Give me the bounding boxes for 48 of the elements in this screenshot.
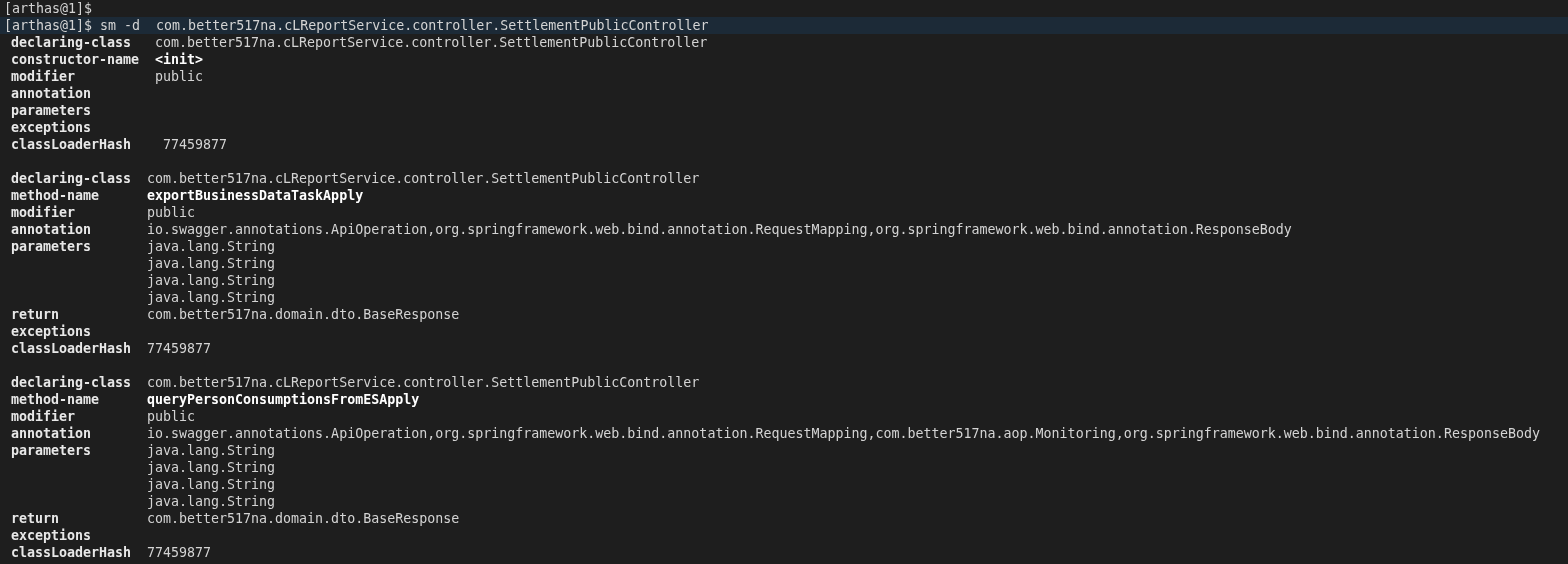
field-key: parameters bbox=[11, 442, 147, 510]
field-key: constructor-name bbox=[11, 51, 155, 68]
field-key: exceptions bbox=[11, 119, 155, 136]
field-key: return bbox=[11, 306, 147, 323]
field-value: public bbox=[147, 408, 196, 425]
field-value: io.swagger.annotations.ApiOperation,org.springframework.web.bind.annotation.RequestMapping,org.springframework.web.bind.annotation.ResponseBody bbox=[147, 221, 1292, 238]
field-value: io.swagger.annotations.ApiOperation,org.springframework.web.bind.annotation.RequestMapping,com.better517na.aop.Monitoring,org.springframework.web.bind.annotation.ResponseBody bbox=[147, 425, 1540, 442]
field-value: java.lang.String bbox=[147, 459, 276, 476]
field-key: classLoaderHash bbox=[11, 340, 147, 357]
field-value: com.better517na.domain.dto.BaseResponse bbox=[147, 306, 460, 323]
field-key: return bbox=[11, 510, 147, 527]
field-value: 77459877 bbox=[147, 340, 212, 357]
field-key: annotation bbox=[11, 425, 147, 442]
field-value: 77459877 bbox=[147, 544, 212, 561]
field-value: <init> bbox=[155, 51, 204, 68]
field-value: com.better517na.cLReportService.controller.SettlementPublicController bbox=[147, 374, 700, 391]
field-value: com.better517na.cLReportService.controller.SettlementPublicController bbox=[155, 34, 708, 51]
field-key: classLoaderHash bbox=[11, 136, 155, 153]
field-value: 77459877 bbox=[162, 136, 228, 153]
field-value: exportBusinessDataTaskApply bbox=[147, 187, 364, 204]
field-value: java.lang.String bbox=[147, 272, 276, 289]
field-value: java.lang.String bbox=[147, 255, 276, 272]
field-key: parameters bbox=[11, 238, 147, 306]
field-value: java.lang.String bbox=[147, 442, 276, 459]
field-key: declaring-class bbox=[11, 374, 147, 391]
field-value: public bbox=[147, 204, 196, 221]
field-key: declaring-class bbox=[11, 34, 155, 51]
field-key: modifier bbox=[11, 408, 147, 425]
prompt-line: [arthas@1]$ bbox=[3, 0, 94, 17]
field-value: queryPersonConsumptionsFromESApply bbox=[147, 391, 420, 408]
field-key: modifier bbox=[11, 68, 155, 85]
field-key: exceptions bbox=[11, 527, 147, 544]
field-value: com.better517na.domain.dto.BaseResponse bbox=[147, 510, 460, 527]
field-value: java.lang.String bbox=[147, 476, 276, 493]
field-key: declaring-class bbox=[11, 170, 147, 187]
field-value: com.better517na.cLReportService.controller.SettlementPublicController bbox=[147, 170, 700, 187]
field-key: classLoaderHash bbox=[11, 544, 147, 561]
field-key: annotation bbox=[11, 221, 147, 238]
field-value: java.lang.String bbox=[147, 238, 276, 255]
field-key: method-name bbox=[11, 187, 147, 204]
field-key: parameters bbox=[11, 102, 155, 119]
field-key: modifier bbox=[11, 204, 147, 221]
field-key: method-name bbox=[11, 391, 147, 408]
field-key: annotation bbox=[11, 85, 155, 102]
field-key: exceptions bbox=[11, 323, 147, 340]
field-value: java.lang.String bbox=[147, 493, 276, 510]
field-value: public bbox=[155, 68, 204, 85]
field-value: java.lang.String bbox=[147, 289, 276, 306]
